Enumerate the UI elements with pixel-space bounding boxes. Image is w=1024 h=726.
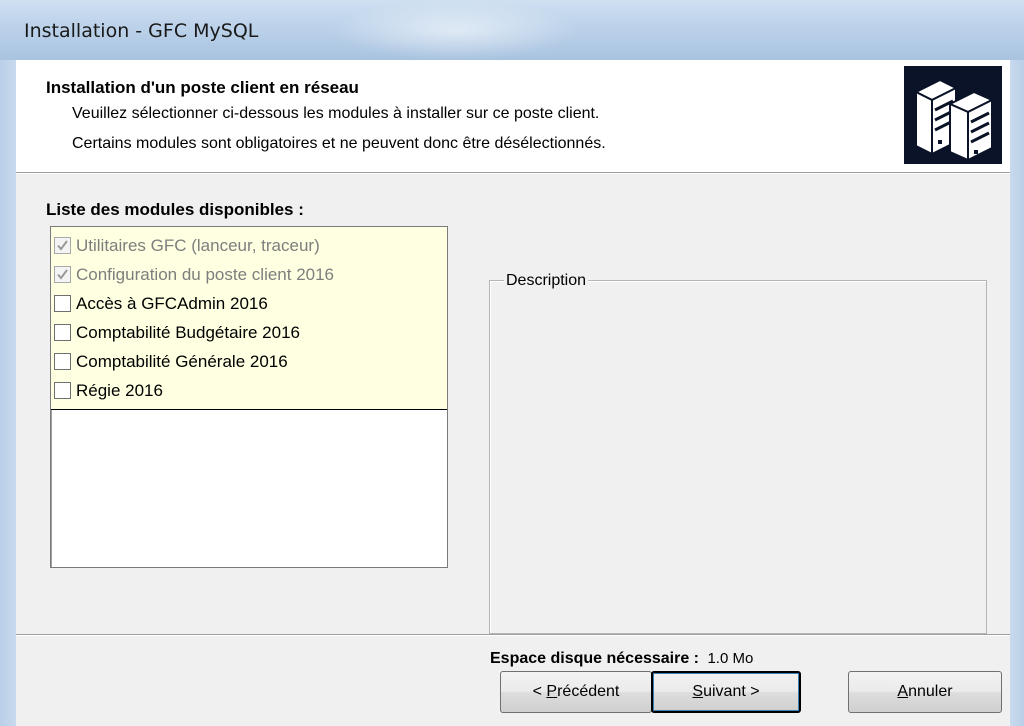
title-bar-glow [330,0,580,60]
button-separator [16,634,1010,636]
checkmark-icon [57,240,68,251]
module-item: Configuration du poste client 2016 [51,260,447,289]
header-instruction-2: Certains modules sont obligatoires et ne… [72,135,606,152]
module-item[interactable]: Accès à GFCAdmin 2016 [51,289,447,318]
header-title: Installation d'un poste client en réseau [46,78,359,97]
module-item[interactable]: Comptabilité Générale 2016 [51,347,447,376]
description-legend: Description [504,272,589,290]
wizard-header: Installation d'un poste client en réseau… [16,60,1010,173]
dialog-client-area: Installation d'un poste client en réseau… [16,60,1010,726]
window-frame-left [0,60,16,726]
module-item[interactable]: Régie 2016 [51,376,447,405]
module-item-label: Configuration du poste client 2016 [76,264,335,284]
module-item-label: Comptabilité Générale 2016 [76,351,288,371]
previous-accel: P [546,683,558,700]
cancel-label: nnuler [908,683,953,700]
checkbox-unchecked[interactable] [54,295,71,312]
description-groupbox [489,280,987,634]
module-item-label: Régie 2016 [76,380,163,400]
previous-button[interactable]: < Précédent [500,671,652,713]
module-list-title: Liste des modules disponibles : [46,200,304,219]
window-title: Installation - GFC MySQL [24,20,259,42]
checkbox-unchecked[interactable] [54,382,71,399]
checkmark-icon [57,269,68,280]
module-item: Utilitaires GFC (lanceur, traceur) [51,231,447,260]
module-item-label: Utilitaires GFC (lanceur, traceur) [76,235,320,255]
server-icon [904,66,1002,164]
module-item-label: Accès à GFCAdmin 2016 [76,293,268,313]
installer-window: Installation - GFC MySQL Installation d'… [0,0,1024,726]
module-items: Utilitaires GFC (lanceur, traceur) Config… [51,227,447,410]
disk-space-value: 1.0 Mo [707,650,754,667]
title-bar[interactable]: Installation - GFC MySQL [0,0,1024,61]
module-item-label: Comptabilité Budgétaire 2016 [76,322,300,342]
next-label: uivant > [703,683,760,700]
previous-label: récédent [557,683,620,700]
checkbox-checked [54,266,71,283]
module-list[interactable]: Utilitaires GFC (lanceur, traceur) Config… [50,226,448,568]
checkbox-checked [54,237,71,254]
previous-prefix: < [532,683,547,700]
next-button[interactable]: Suivant > [651,671,801,713]
checkbox-unchecked[interactable] [54,324,71,341]
header-instruction-1: Veuillez sélectionner ci-dessous les mod… [72,105,600,122]
next-accel: S [692,683,704,700]
disk-space-label: Espace disque nécessaire : 1.0 Mo [490,650,753,668]
cancel-button[interactable]: Annuler [848,671,1002,713]
disk-space-caption: Espace disque nécessaire : [490,650,699,667]
checkbox-unchecked[interactable] [54,353,71,370]
window-frame-right [1010,60,1024,726]
cancel-accel: A [897,683,909,700]
module-item[interactable]: Comptabilité Budgétaire 2016 [51,318,447,347]
